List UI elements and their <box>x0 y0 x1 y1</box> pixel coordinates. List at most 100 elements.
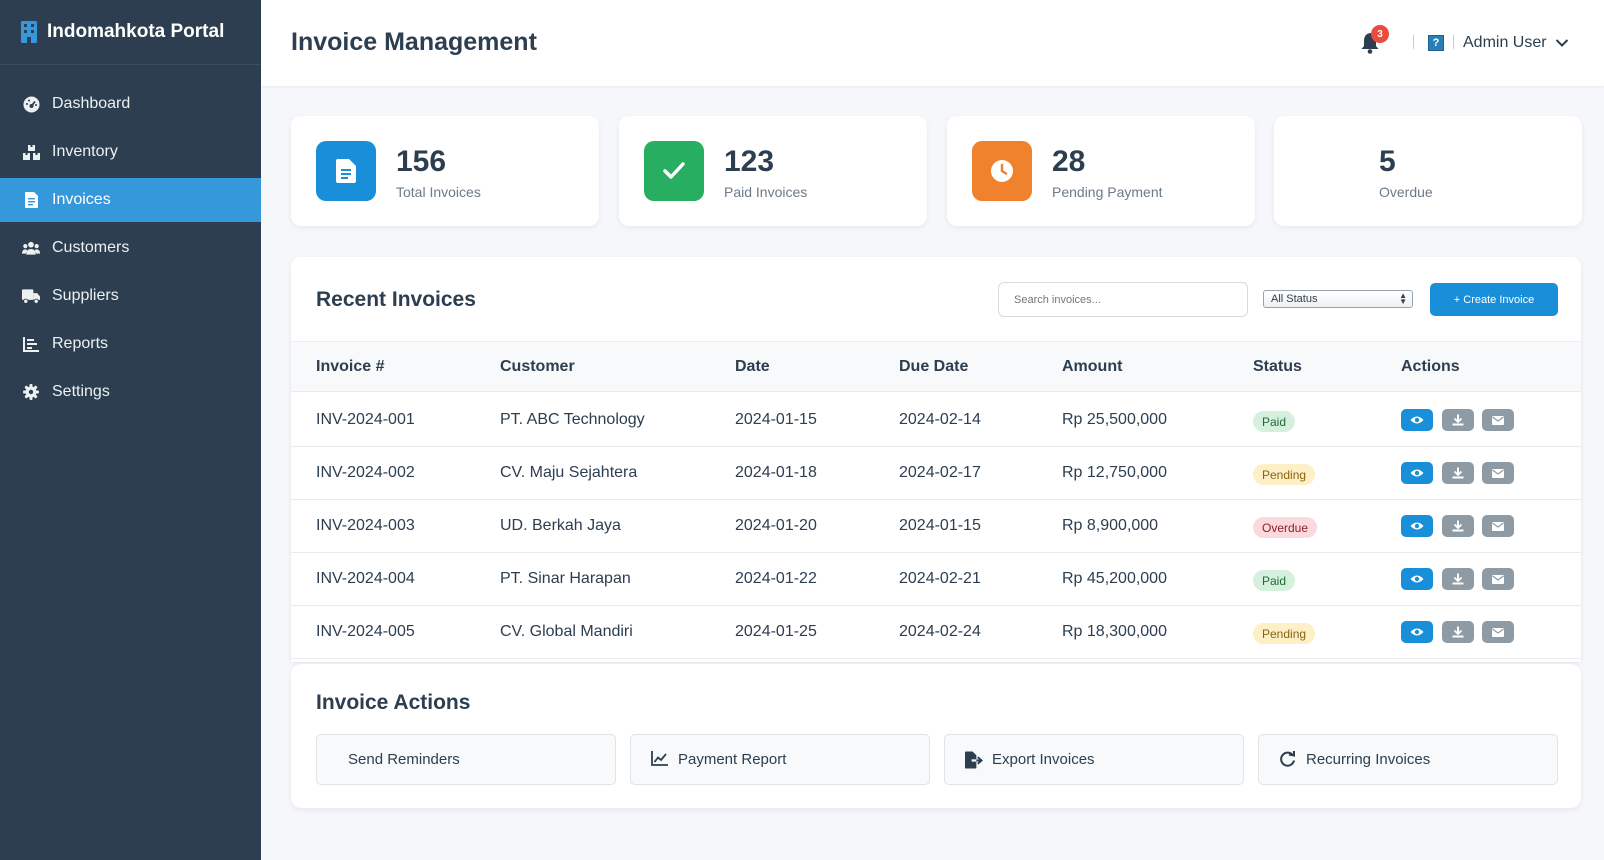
sidebar-item-label: Inventory <box>52 143 118 160</box>
envelope-icon <box>1492 521 1504 531</box>
sidebar-item-customers[interactable]: Customers <box>0 226 261 270</box>
avatar[interactable]: ? <box>1423 28 1449 58</box>
email-button[interactable] <box>1482 621 1514 643</box>
email-button[interactable] <box>1482 409 1514 431</box>
column-header[interactable]: Invoice # <box>316 358 384 376</box>
export-invoices-button[interactable]: Export Invoices <box>944 734 1244 785</box>
download-button[interactable] <box>1442 462 1474 484</box>
sidebar-item-inventory[interactable]: Inventory <box>0 130 261 174</box>
recurring-invoices-button[interactable]: Recurring Invoices <box>1258 734 1558 785</box>
building-icon <box>21 21 37 43</box>
invoice-number: INV-2024-003 <box>316 517 415 534</box>
customer-name: CV. Global Mandiri <box>500 623 633 640</box>
view-button[interactable] <box>1401 568 1433 590</box>
envelope-icon <box>1492 415 1504 425</box>
users-icon <box>22 239 40 257</box>
stat-card-pending: 28 Pending Payment <box>947 116 1255 226</box>
email-button[interactable] <box>1482 462 1514 484</box>
button-label: Payment Report <box>678 751 787 768</box>
download-button[interactable] <box>1442 515 1474 537</box>
search-input[interactable] <box>998 282 1248 317</box>
table-row[interactable]: INV-2024-003 UD. Berkah Jaya 2024-01-20 202… <box>291 499 1581 553</box>
truck-icon <box>22 287 40 305</box>
column-header[interactable]: Status <box>1253 358 1302 376</box>
section-title: Recent Invoices <box>316 288 476 311</box>
button-label: Recurring Invoices <box>1306 751 1431 768</box>
header-divider <box>1413 35 1414 49</box>
view-button[interactable] <box>1401 621 1433 643</box>
view-button[interactable] <box>1401 515 1433 537</box>
sidebar-item-reports[interactable]: Reports <box>0 322 261 366</box>
sidebar-item-label: Dashboard <box>52 95 131 112</box>
download-button[interactable] <box>1442 621 1474 643</box>
stat-icon-box <box>644 141 704 201</box>
brand-title: Indomahkota Portal <box>47 21 225 42</box>
column-header[interactable]: Due Date <box>899 358 968 376</box>
user-name[interactable]: Admin User <box>1463 34 1547 52</box>
column-header[interactable]: Amount <box>1062 358 1122 376</box>
sidebar-item-suppliers[interactable]: Suppliers <box>0 274 261 318</box>
file-invoice-icon <box>22 191 40 209</box>
sidebar: Indomahkota Portal Dashboard Inventory I… <box>0 0 261 860</box>
stat-card-total: 156 Total Invoices <box>291 116 599 226</box>
table-header: Invoice # Customer Date Due Date Amount … <box>291 341 1581 392</box>
invoice-amount: Rp 8,900,000 <box>1062 517 1159 534</box>
chevron-down-icon[interactable] <box>1555 38 1569 48</box>
stat-value: 5 <box>1379 145 1396 178</box>
select-arrows-icon: ▲ ▼ <box>1399 291 1407 306</box>
download-button[interactable] <box>1442 409 1474 431</box>
send-reminders-button[interactable]: Send Reminders <box>316 734 616 785</box>
sidebar-item-settings[interactable]: Settings <box>0 370 261 414</box>
invoice-amount: Rp 12,750,000 <box>1062 464 1167 481</box>
status-filter-select[interactable]: All Status ▲ ▼ <box>1263 290 1413 308</box>
download-button[interactable] <box>1442 568 1474 590</box>
invoice-actions-panel: Invoice Actions Send Reminders Payment R… <box>291 664 1581 808</box>
email-button[interactable] <box>1482 515 1514 537</box>
sidebar-item-label: Settings <box>52 383 110 400</box>
invoice-date: 2024-01-20 <box>735 517 817 534</box>
status-badge: Overdue <box>1253 517 1318 538</box>
stat-card-paid: 123 Paid Invoices <box>619 116 927 226</box>
sidebar-nav: Dashboard Inventory Invoices Customers S… <box>0 82 261 414</box>
document-icon <box>336 159 356 183</box>
view-button[interactable] <box>1401 462 1433 484</box>
invoice-date: 2024-01-25 <box>735 623 817 640</box>
table-row[interactable]: INV-2024-005 CV. Global Mandiri 2024-01-25… <box>291 605 1581 659</box>
button-label: Send Reminders <box>348 751 460 768</box>
stat-label: Paid Invoices <box>724 184 808 200</box>
stat-label: Total Invoices <box>396 184 481 200</box>
download-icon <box>1452 626 1464 638</box>
recent-invoices-panel: Recent Invoices All Status ▲▼ + Create I… <box>291 257 1581 662</box>
sidebar-item-invoices[interactable]: Invoices <box>0 178 261 222</box>
status-filter-value: All Status <box>1271 293 1318 305</box>
check-icon <box>663 162 685 179</box>
stat-card-overdue: 5 Overdue <box>1274 116 1582 226</box>
invoice-date: 2024-01-18 <box>735 464 817 481</box>
envelope-icon <box>1492 627 1504 637</box>
column-header[interactable]: Date <box>735 358 770 376</box>
clock-icon <box>991 160 1013 182</box>
stat-label: Overdue <box>1379 184 1433 200</box>
status-badge: Pending <box>1253 464 1316 485</box>
create-invoice-button[interactable]: + Create Invoice <box>1430 283 1558 316</box>
column-header[interactable]: Customer <box>500 358 575 376</box>
eye-icon <box>1410 468 1424 478</box>
table-row[interactable]: INV-2024-004 PT. Sinar Harapan 2024-01-22 2… <box>291 552 1581 606</box>
invoice-amount: Rp 45,200,000 <box>1062 570 1167 587</box>
eye-icon <box>1410 521 1424 531</box>
brand[interactable]: Indomahkota Portal <box>0 0 261 65</box>
sidebar-item-dashboard[interactable]: Dashboard <box>0 82 261 126</box>
avatar-placeholder-icon: ? <box>1428 35 1444 51</box>
payment-report-button[interactable]: Payment Report <box>630 734 930 785</box>
envelope-icon <box>1492 574 1504 584</box>
status-badge: Paid <box>1253 570 1296 591</box>
column-header: Actions <box>1401 358 1460 375</box>
invoice-number: INV-2024-005 <box>316 623 415 640</box>
email-button[interactable] <box>1482 568 1514 590</box>
view-button[interactable] <box>1401 409 1433 431</box>
chart-icon <box>22 335 40 353</box>
table-row[interactable]: INV-2024-001 PT. ABC Technology 2024-01-15… <box>291 393 1581 447</box>
invoice-number: INV-2024-004 <box>316 570 415 587</box>
invoice-number: INV-2024-002 <box>316 464 415 481</box>
table-row[interactable]: INV-2024-002 CV. Maju Sejahtera 2024-01-18… <box>291 446 1581 500</box>
